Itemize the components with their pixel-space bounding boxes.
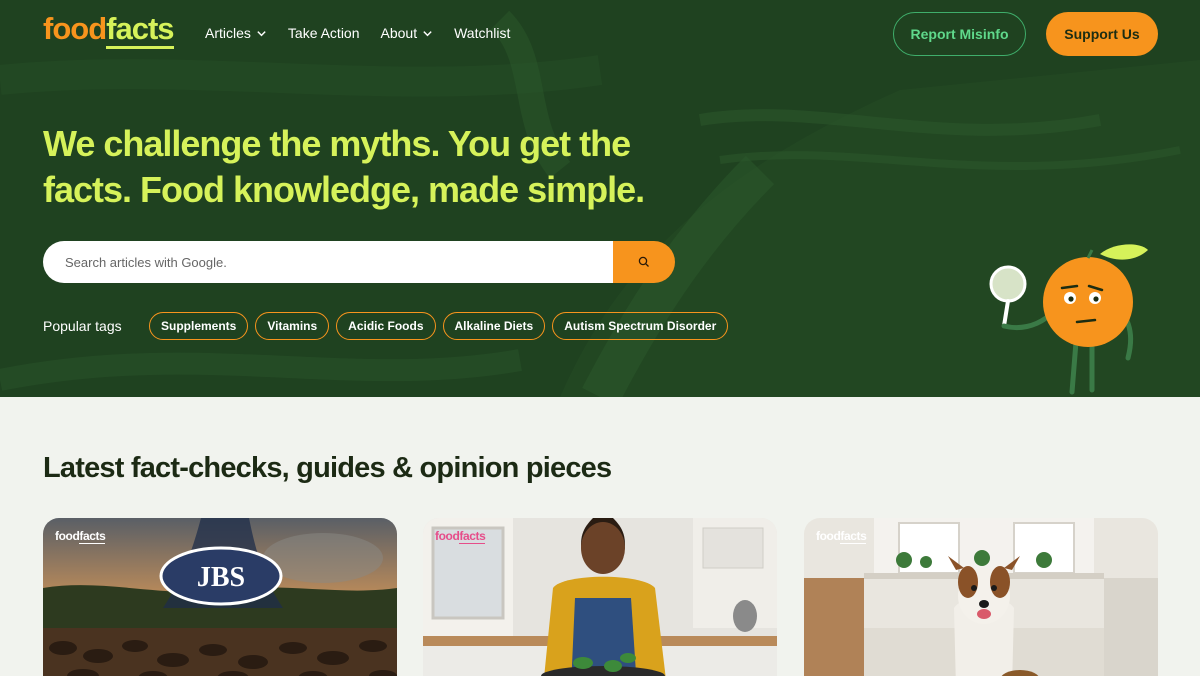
nav-item-label: Articles bbox=[205, 25, 251, 41]
nav-item-take-action[interactable]: Take Action bbox=[288, 25, 360, 41]
report-misinfo-button[interactable]: Report Misinfo bbox=[893, 12, 1026, 56]
logo-facts-text: facts bbox=[106, 11, 175, 49]
card-logo-facts: facts bbox=[840, 529, 867, 544]
card-logo-facts: facts bbox=[79, 529, 106, 544]
article-card-1[interactable]: JBS foodfacts bbox=[43, 518, 397, 676]
popular-tags-list: Supplements Vitamins Acidic Foods Alkali… bbox=[149, 312, 729, 340]
tag-alkaline-diets[interactable]: Alkaline Diets bbox=[442, 312, 546, 340]
top-navbar: foodfacts Articles Take Action About Wat… bbox=[0, 0, 1200, 70]
chevron-down-icon bbox=[423, 30, 432, 36]
nav-item-articles[interactable]: Articles bbox=[205, 25, 267, 41]
orange-mascot-illustration bbox=[989, 244, 1148, 395]
nav-item-label: Watchlist bbox=[454, 25, 511, 41]
search-input[interactable] bbox=[43, 241, 613, 283]
card-logo-food: food bbox=[435, 529, 460, 543]
logo-food-text: food bbox=[43, 11, 107, 46]
jbs-image-text: JBS bbox=[197, 562, 245, 593]
nav-item-label: About bbox=[380, 25, 418, 41]
article-card-3[interactable]: foodfacts bbox=[804, 518, 1158, 676]
hero-section: foodfacts Articles Take Action About Wat… bbox=[0, 0, 1200, 397]
card-logo: foodfacts bbox=[55, 529, 106, 544]
support-us-button[interactable]: Support Us bbox=[1046, 12, 1158, 56]
chevron-down-icon bbox=[257, 30, 266, 36]
tag-vitamins[interactable]: Vitamins bbox=[255, 312, 330, 340]
card-logo-facts: facts bbox=[459, 529, 486, 544]
card-logo-food: food bbox=[816, 529, 841, 543]
tag-autism-spectrum-disorder[interactable]: Autism Spectrum Disorder bbox=[552, 312, 729, 340]
article-card-2[interactable]: foodfacts bbox=[423, 518, 777, 676]
card-logo-food: food bbox=[55, 529, 80, 543]
search-bar bbox=[43, 241, 675, 283]
tag-acidic-foods[interactable]: Acidic Foods bbox=[336, 312, 436, 340]
search-icon bbox=[638, 256, 649, 267]
card-logo: foodfacts bbox=[816, 529, 867, 544]
hero-headline: We challenge the myths. You get the fact… bbox=[43, 123, 645, 210]
nav-item-watchlist[interactable]: Watchlist bbox=[454, 25, 510, 41]
main-nav: Articles Take Action About Watchlist bbox=[205, 25, 531, 41]
card-logo: foodfacts bbox=[435, 529, 486, 544]
search-button[interactable] bbox=[613, 241, 675, 283]
site-logo[interactable]: foodfacts bbox=[43, 11, 175, 49]
latest-section-title: Latest fact-checks, guides & opinion pie… bbox=[43, 452, 612, 484]
nav-item-about[interactable]: About bbox=[381, 25, 434, 41]
tag-supplements[interactable]: Supplements bbox=[149, 312, 249, 340]
nav-item-label: Take Action bbox=[287, 25, 360, 41]
popular-tags-label: Popular tags bbox=[43, 318, 122, 334]
